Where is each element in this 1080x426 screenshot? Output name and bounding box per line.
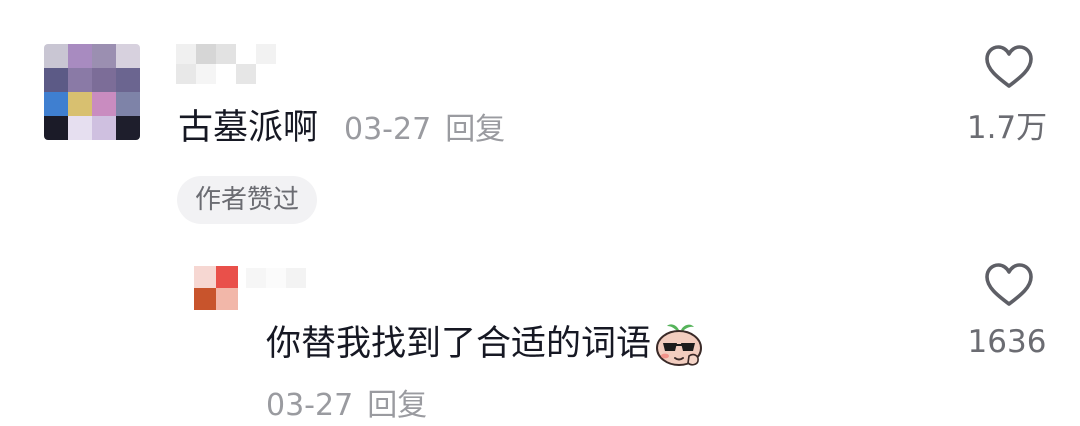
comment-text: 古墓派啊	[178, 108, 319, 148]
reply-like-count: 1636	[967, 324, 1047, 360]
reply-reply-button[interactable]: 回复	[367, 388, 427, 423]
reply-text: 你替我找到了合适的词语	[266, 324, 652, 364]
commenter-username-pixelated[interactable]	[176, 44, 296, 84]
heart-outline-icon[interactable]	[984, 262, 1034, 312]
cool-sunglasses-emoji-icon	[656, 324, 703, 366]
reply-text-row: 你替我找到了合适的词语	[266, 320, 705, 368]
reply-date: 03-27	[266, 388, 354, 423]
comment-meta: 03-27 回复	[344, 110, 505, 150]
replier-avatar-pixelated[interactable]	[194, 266, 238, 310]
author-liked-badge: 作者赞过	[177, 176, 318, 224]
comment-thread: 古墓派啊 03-27 回复 作者赞过 1.7万 你替我找到了合适的词语 03-2…	[0, 0, 1080, 426]
comment-like-count: 1.7万	[966, 110, 1048, 146]
commenter-avatar-pixelated[interactable]	[44, 44, 140, 140]
heart-outline-icon[interactable]	[984, 44, 1034, 94]
comment-reply-button[interactable]: 回复	[445, 112, 505, 147]
comment-date: 03-27	[344, 112, 432, 147]
replier-username-pixelated[interactable]	[246, 268, 306, 288]
reply-meta: 03-27 回复	[266, 386, 427, 426]
